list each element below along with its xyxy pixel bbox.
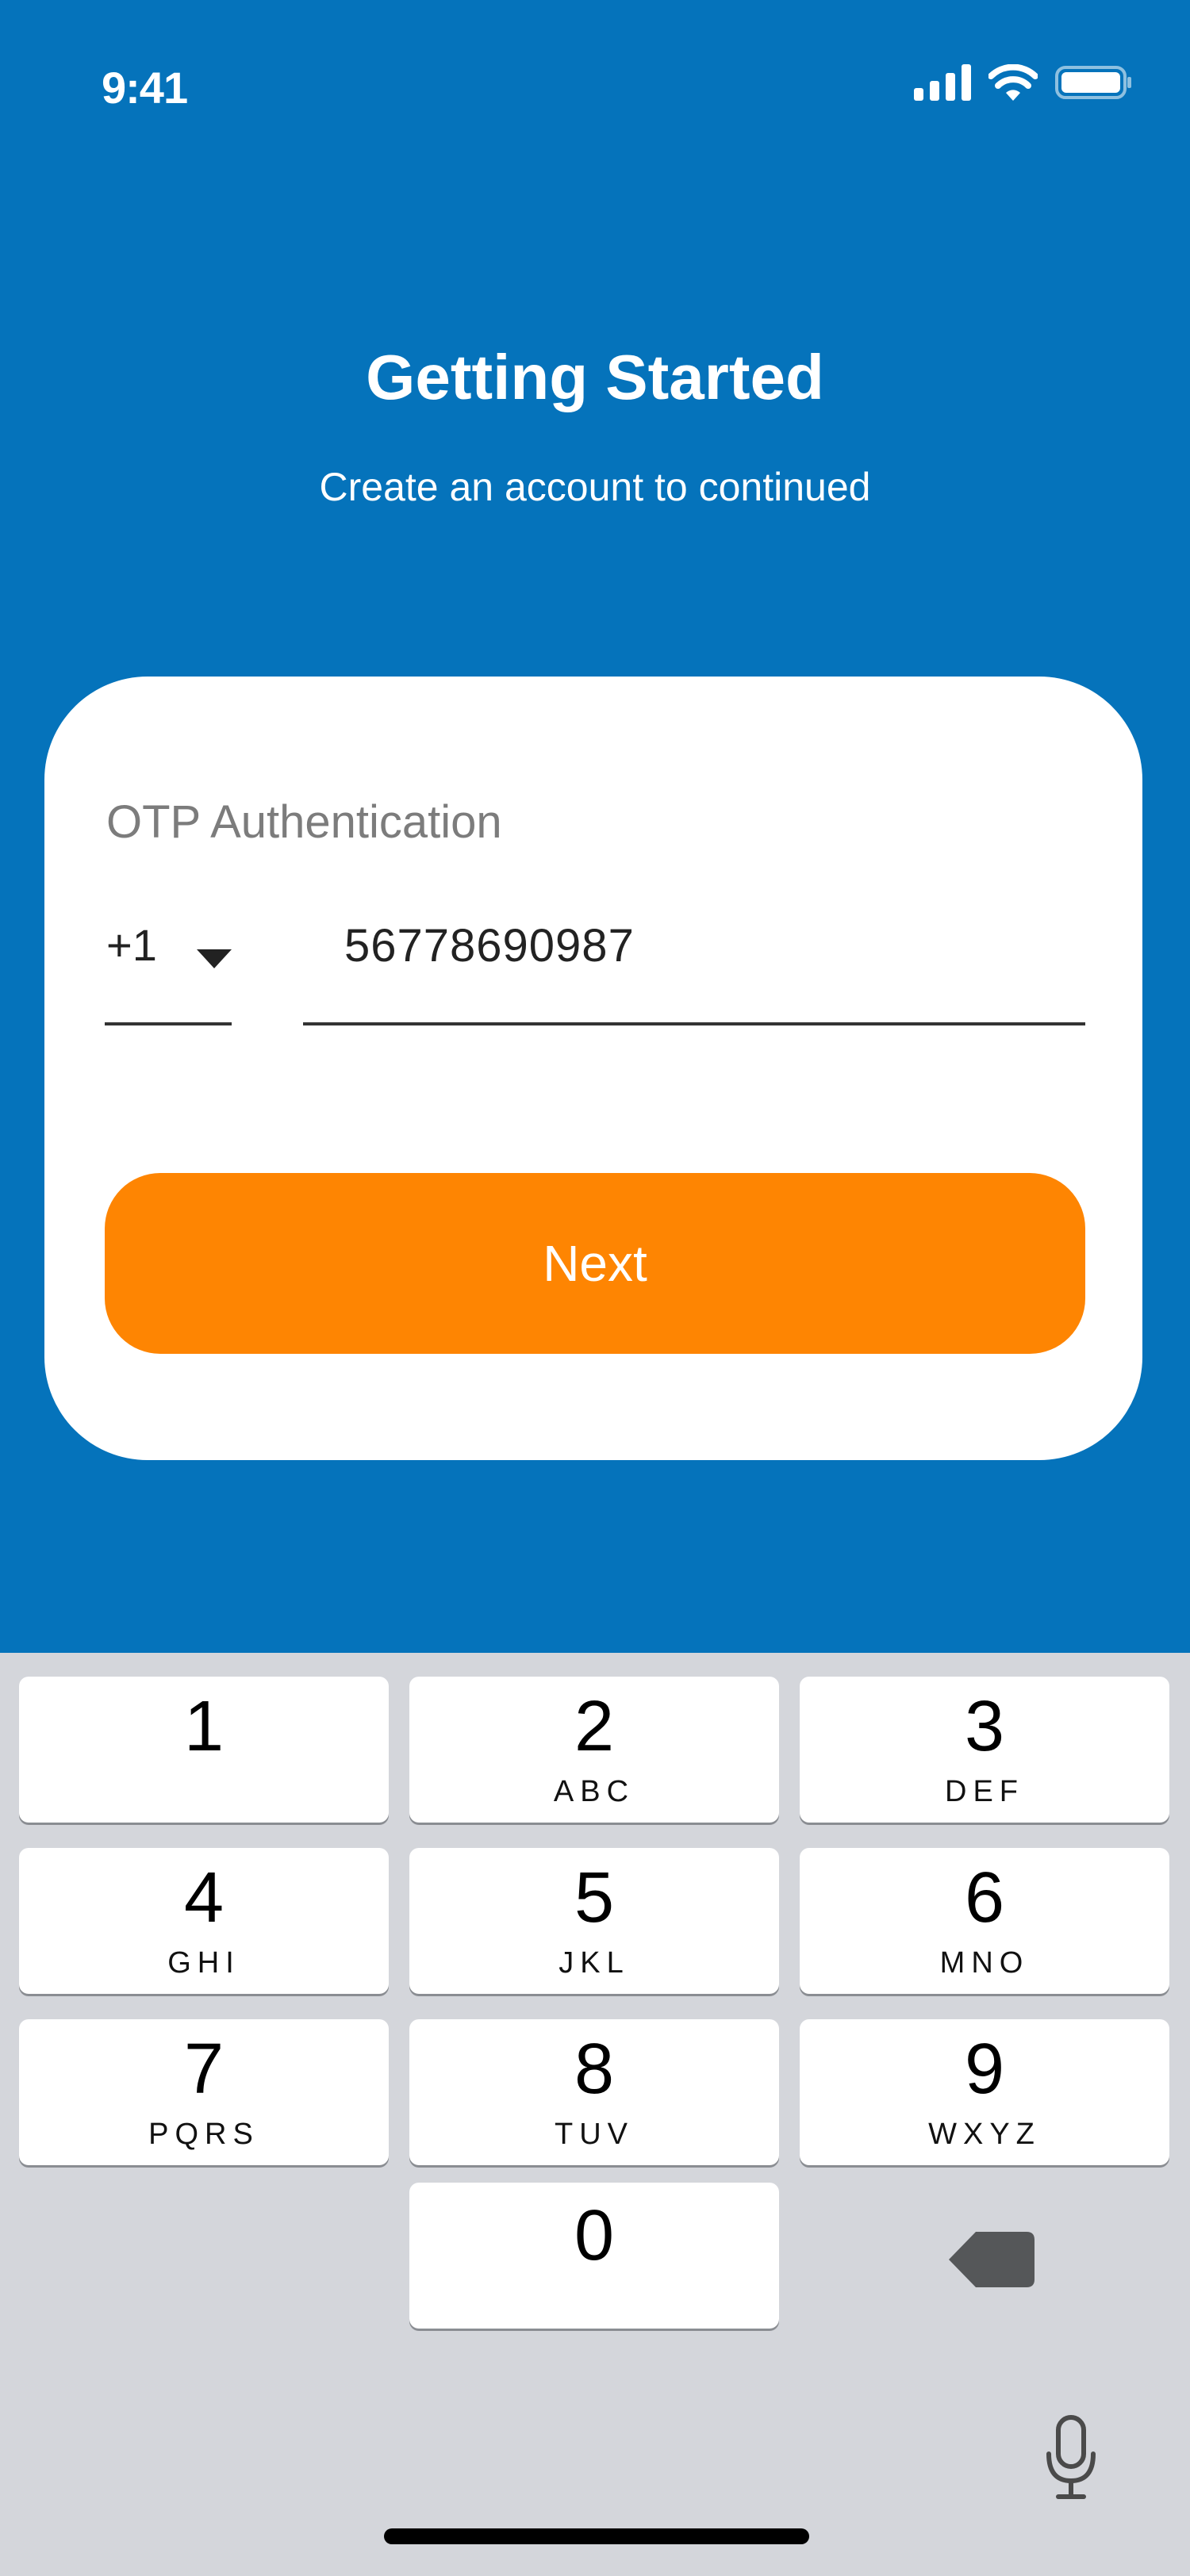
wifi-icon <box>988 64 1038 101</box>
phone-input[interactable] <box>344 919 979 972</box>
key-letters: GHI <box>167 1946 240 1980</box>
chevron-down-icon <box>197 949 232 968</box>
key-4[interactable]: 4 GHI <box>19 1848 389 1994</box>
next-button[interactable]: Next <box>105 1173 1085 1354</box>
key-9[interactable]: 9 WXYZ <box>800 2019 1169 2165</box>
key-6[interactable]: 6 MNO <box>800 1848 1169 1994</box>
key-letters: PQRS <box>148 2118 259 2151</box>
country-code-select[interactable]: +1 <box>105 907 232 1025</box>
key-3[interactable]: 3 DEF <box>800 1677 1169 1823</box>
key-letters: TUV <box>555 2118 634 2151</box>
microphone-icon[interactable] <box>1044 2414 1098 2501</box>
key-digit: 5 <box>574 1858 615 1938</box>
key-8[interactable]: 8 TUV <box>409 2019 779 2165</box>
key-digit: 3 <box>964 1687 1005 1766</box>
key-digit: 4 <box>183 1858 225 1938</box>
key-digit: 1 <box>183 1687 225 1766</box>
status-icons <box>914 62 1133 103</box>
key-digit: 8 <box>574 2030 615 2109</box>
backspace-icon[interactable] <box>944 2224 1039 2295</box>
otp-section-label: OTP Authentication <box>106 796 502 848</box>
key-digit: 6 <box>964 1858 1005 1938</box>
key-digit: 9 <box>964 2030 1005 2109</box>
key-digit: 0 <box>574 2196 615 2275</box>
key-letters: JKL <box>559 1946 630 1980</box>
key-0[interactable]: 0 <box>409 2183 779 2329</box>
key-letters: DEF <box>945 1775 1024 1808</box>
key-5[interactable]: 5 JKL <box>409 1848 779 1994</box>
page-title: Getting Started <box>366 342 824 412</box>
otp-card: OTP Authentication +1 Next <box>44 677 1142 1460</box>
key-digit: 7 <box>183 2030 225 2109</box>
key-letters: ABC <box>553 1775 635 1808</box>
battery-icon <box>1055 64 1133 101</box>
key-letters: WXYZ <box>928 2118 1041 2151</box>
status-bar: 9:41 <box>0 0 1190 159</box>
country-code-value: +1 <box>106 920 157 970</box>
page-subtitle: Create an account to continued <box>319 465 871 509</box>
cellular-signal-icon <box>914 64 971 101</box>
key-letters: MNO <box>939 1946 1030 1980</box>
phone-field[interactable] <box>303 907 1085 1025</box>
status-time: 9:41 <box>102 63 188 113</box>
key-digit: 2 <box>574 1687 615 1766</box>
key-7[interactable]: 7 PQRS <box>19 2019 389 2165</box>
key-2[interactable]: 2 ABC <box>409 1677 779 1823</box>
home-indicator <box>384 2528 809 2544</box>
numeric-keypad: 1 2 ABC 3 DEF 4 GHI 5 JKL 6 MNO 7 PQRS 8… <box>0 1653 1190 2576</box>
key-1[interactable]: 1 <box>19 1677 389 1823</box>
